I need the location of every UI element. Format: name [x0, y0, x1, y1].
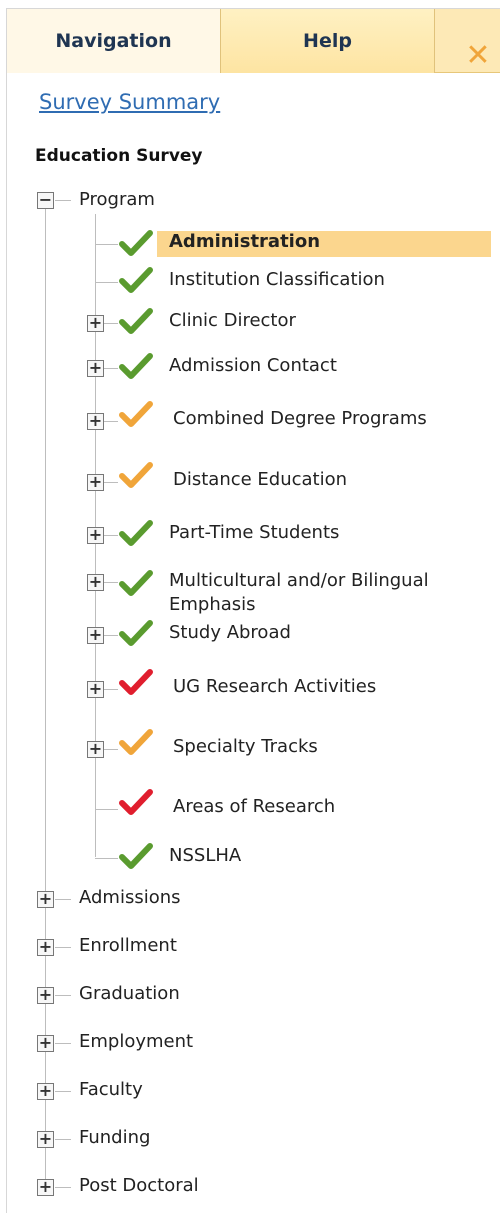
section-expand-icon[interactable]: +	[37, 1083, 54, 1100]
tree-branch-section	[55, 1187, 71, 1188]
tree-item-nsslha[interactable]: NSSLHA	[169, 845, 241, 866]
section-expand-icon[interactable]: +	[37, 1131, 54, 1148]
tree-item-distance-education[interactable]: Distance Education	[173, 469, 347, 490]
tree-item-combined-degree-programs[interactable]: Combined Degree Programs	[173, 408, 427, 429]
program-collapse-icon[interactable]: −	[37, 192, 54, 209]
section-expand-icon[interactable]: +	[37, 939, 54, 956]
tab-bar: Navigation Help ✕	[7, 9, 500, 73]
tree-item-employment[interactable]: Employment	[79, 1031, 193, 1052]
tree-branch-section	[55, 947, 71, 948]
expand-icon[interactable]: +	[87, 741, 104, 758]
expand-icon[interactable]: +	[87, 315, 104, 332]
navigation-panel: Navigation Help ✕ Survey Summary Educati…	[6, 8, 500, 1213]
tree-item-areas-of-research[interactable]: Areas of Research	[173, 796, 335, 817]
tree-branch-program	[55, 200, 71, 201]
tree-branch-item	[95, 809, 118, 810]
tree-branch-section	[55, 1091, 71, 1092]
close-icon[interactable]: ✕	[465, 41, 491, 71]
expand-icon[interactable]: +	[87, 627, 104, 644]
tree-item-part-time-students[interactable]: Part-Time Students	[169, 522, 339, 543]
survey-summary-link[interactable]: Survey Summary	[39, 90, 220, 114]
expand-icon[interactable]: +	[87, 681, 104, 698]
tree-branch-item	[95, 244, 118, 245]
tab-navigation[interactable]: Navigation	[7, 9, 221, 73]
orange-checkmark-icon	[119, 462, 153, 488]
section-title: Education Survey	[35, 146, 203, 166]
tree-branch-section	[55, 899, 71, 900]
expand-icon[interactable]: +	[87, 527, 104, 544]
expand-icon[interactable]: +	[87, 574, 104, 591]
tree-item-administration[interactable]: Administration	[169, 231, 320, 252]
green-checkmark-icon	[119, 843, 153, 869]
section-expand-icon[interactable]: +	[37, 1179, 54, 1196]
tree-item-program[interactable]: Program	[79, 189, 155, 210]
tree-item-funding[interactable]: Funding	[79, 1127, 150, 1148]
tree-item-post-doctoral[interactable]: Post Doctoral	[79, 1175, 199, 1196]
expand-icon[interactable]: +	[87, 474, 104, 491]
red-checkmark-icon	[119, 669, 153, 695]
section-expand-icon[interactable]: +	[37, 1035, 54, 1052]
green-checkmark-icon	[119, 520, 153, 546]
orange-checkmark-icon	[119, 401, 153, 427]
green-checkmark-icon	[119, 353, 153, 379]
tab-help[interactable]: Help	[221, 9, 435, 73]
tree-branch-section	[55, 1043, 71, 1044]
green-checkmark-icon	[119, 230, 153, 256]
expand-icon[interactable]: +	[87, 360, 104, 377]
tree-item-admission-contact[interactable]: Admission Contact	[169, 355, 337, 376]
orange-checkmark-icon	[119, 729, 153, 755]
tree-item-enrollment[interactable]: Enrollment	[79, 935, 177, 956]
tree-branch-section	[55, 1139, 71, 1140]
tree-branch-item	[95, 858, 118, 859]
tree-item-institution-classification[interactable]: Institution Classification	[169, 269, 385, 290]
tree-branch-section	[55, 995, 71, 996]
tree-branch-item	[95, 282, 118, 283]
green-checkmark-icon	[119, 570, 153, 596]
section-expand-icon[interactable]: +	[37, 891, 54, 908]
tree-item-admissions[interactable]: Admissions	[79, 887, 181, 908]
tree-item-clinic-director[interactable]: Clinic Director	[169, 310, 296, 331]
expand-icon[interactable]: +	[87, 413, 104, 430]
green-checkmark-icon	[119, 267, 153, 293]
tree-item-specialty-tracks[interactable]: Specialty Tracks	[173, 736, 318, 757]
red-checkmark-icon	[119, 789, 153, 815]
green-checkmark-icon	[119, 620, 153, 646]
section-expand-icon[interactable]: +	[37, 987, 54, 1004]
tree-item-multicultural-and-or-bilingual-emphasis[interactable]: Multicultural and/or Bilingual Emphasis	[169, 569, 469, 617]
tree-item-faculty[interactable]: Faculty	[79, 1079, 143, 1100]
tree-item-study-abroad[interactable]: Study Abroad	[169, 622, 291, 643]
tree-item-graduation[interactable]: Graduation	[79, 983, 180, 1004]
green-checkmark-icon	[119, 308, 153, 334]
tree-item-ug-research-activities[interactable]: UG Research Activities	[173, 676, 376, 697]
